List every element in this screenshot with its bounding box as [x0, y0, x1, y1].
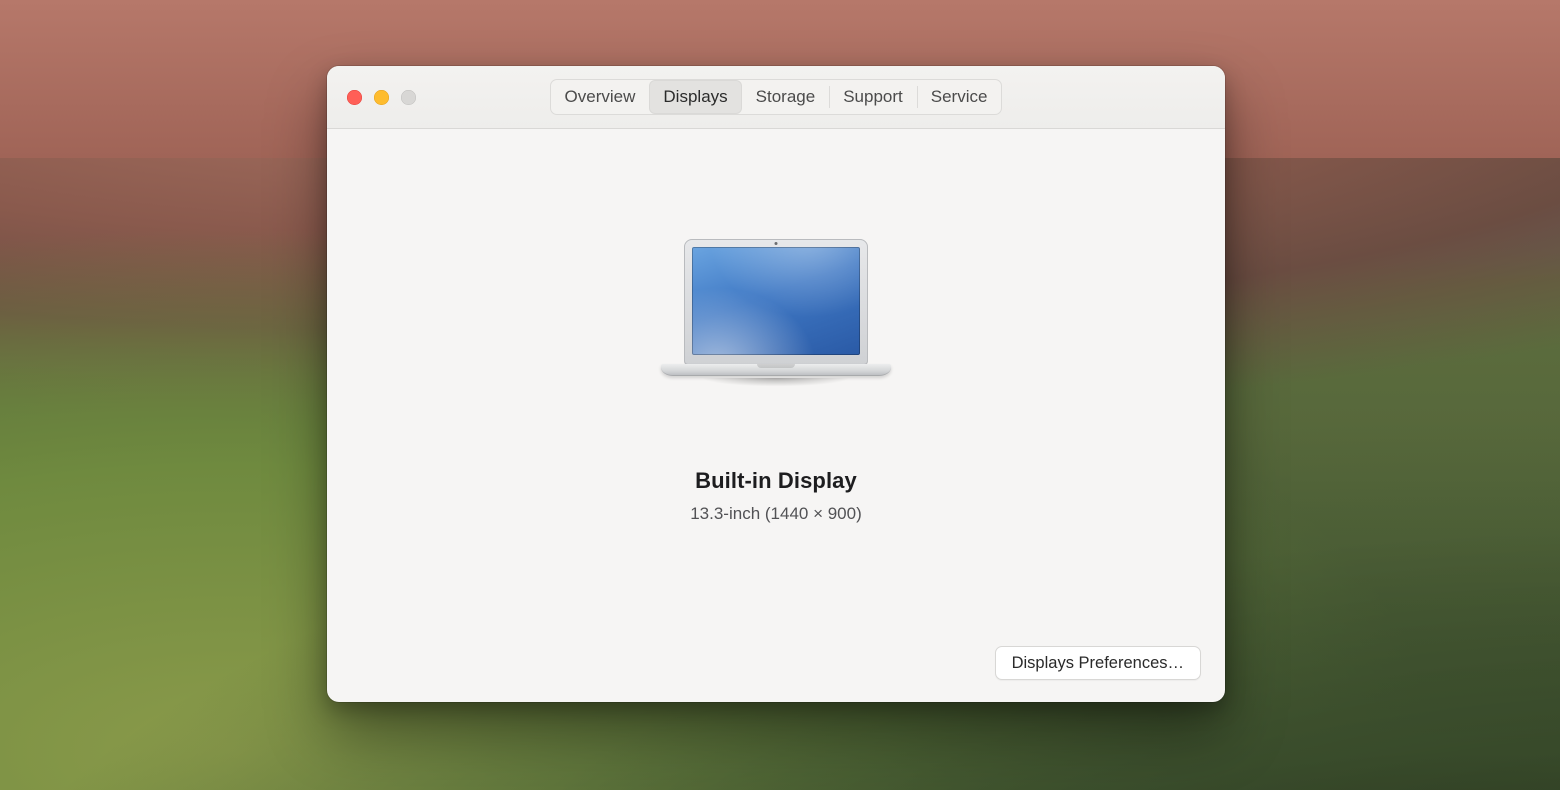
window-controls [347, 66, 416, 128]
display-name: Built-in Display [695, 468, 857, 494]
tab-support[interactable]: Support [829, 80, 917, 114]
tab-overview[interactable]: Overview [551, 80, 650, 114]
tab-service[interactable]: Service [917, 80, 1002, 114]
display-info: Built-in Display 13.3-inch (1440 × 900) [327, 239, 1225, 524]
tab-displays[interactable]: Displays [649, 80, 741, 114]
tab-storage[interactable]: Storage [742, 80, 830, 114]
close-button[interactable] [347, 90, 362, 105]
display-resolution: 13.3-inch (1440 × 900) [690, 504, 862, 524]
zoom-button[interactable] [401, 90, 416, 105]
content-area: Built-in Display 13.3-inch (1440 × 900) … [327, 129, 1225, 702]
window-titlebar: Overview Displays Storage Support Servic… [327, 66, 1225, 129]
minimize-button[interactable] [374, 90, 389, 105]
about-this-mac-window: Overview Displays Storage Support Servic… [327, 66, 1225, 702]
tab-bar: Overview Displays Storage Support Servic… [550, 79, 1003, 115]
laptop-icon [661, 239, 891, 390]
displays-preferences-button[interactable]: Displays Preferences… [995, 646, 1201, 680]
